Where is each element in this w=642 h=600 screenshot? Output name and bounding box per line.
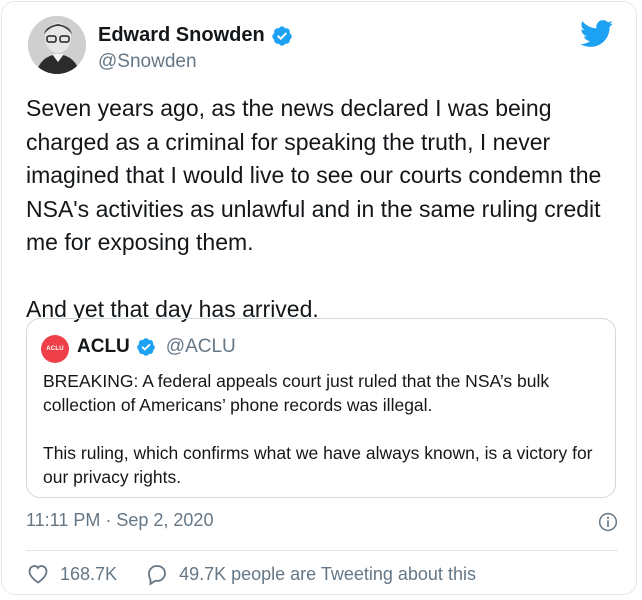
like-count: 168.7K bbox=[60, 563, 118, 584]
verified-badge-icon bbox=[137, 338, 155, 356]
quoted-paragraph-2: This ruling, which confirms what we have… bbox=[43, 443, 593, 487]
author-handle[interactable]: @Snowden bbox=[98, 51, 197, 73]
conversation-action[interactable]: 49.7K people are Tweeting about this bbox=[145, 562, 476, 586]
quoted-tweet-header: ACLU @ACLU bbox=[77, 336, 236, 358]
author-display-name[interactable]: Edward Snowden bbox=[98, 24, 265, 47]
tweet-actions: 168.7K 49.7K people are Tweeting about t… bbox=[26, 562, 476, 586]
divider bbox=[26, 550, 618, 551]
aclu-avatar[interactable]: ACLU bbox=[41, 335, 69, 363]
quoted-tweet-text: BREAKING: A federal appeals court just r… bbox=[43, 369, 603, 513]
quoted-display-name[interactable]: ACLU bbox=[77, 336, 130, 358]
aclu-avatar-logo-text: ACLU bbox=[46, 346, 64, 352]
quoted-tweet[interactable]: ACLU ACLU @ACLU BREAKING: A federal appe… bbox=[26, 318, 616, 498]
speech-bubble-icon[interactable] bbox=[145, 562, 169, 586]
verified-badge-icon bbox=[272, 25, 292, 46]
conversation-text: 49.7K people are Tweeting about this bbox=[179, 563, 476, 584]
like-action[interactable]: 168.7K bbox=[26, 562, 117, 586]
twitter-bird-icon[interactable] bbox=[580, 20, 614, 48]
tweet-timestamp[interactable]: 11:11 PM · Sep 2, 2020 bbox=[26, 510, 213, 531]
quoted-paragraph-1: BREAKING: A federal appeals court just r… bbox=[43, 371, 550, 415]
info-icon[interactable] bbox=[598, 512, 618, 532]
tweet-text: Seven years ago, as the news declared I … bbox=[26, 95, 602, 322]
tweet-card: Edward Snowden @Snowden Seven years ago,… bbox=[1, 1, 637, 595]
author-avatar[interactable] bbox=[28, 16, 86, 74]
heart-icon[interactable] bbox=[26, 562, 50, 586]
quoted-handle[interactable]: @ACLU bbox=[166, 336, 236, 358]
author-name-row: Edward Snowden bbox=[98, 24, 293, 47]
